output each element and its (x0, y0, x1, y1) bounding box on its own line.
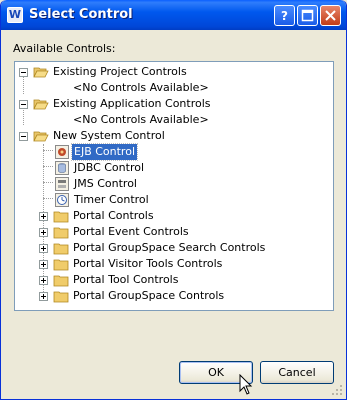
expand-icon[interactable] (39, 244, 48, 253)
tree-node-label: Portal GroupSpace Search Controls (73, 241, 266, 254)
ejb-icon (55, 145, 69, 159)
expand-icon[interactable] (39, 212, 48, 221)
folder-closed-icon (53, 275, 69, 287)
folder-closed-icon (53, 227, 69, 239)
folder-closed-icon (53, 243, 69, 255)
tree-connector (43, 198, 53, 200)
resize-grip-icon[interactable] (331, 384, 343, 396)
tree-node-label: Portal Tool Controls (73, 273, 179, 286)
tree-node-label: Portal Visitor Tools Controls (73, 257, 223, 270)
svg-text:?: ? (281, 9, 288, 22)
tree-node-label: Existing Application Controls (53, 97, 211, 110)
tree-node-label: EJB Control (71, 143, 138, 161)
tree-node-label: Existing Project Controls (53, 65, 187, 78)
mouse-cursor-icon (239, 374, 253, 395)
window-title: Select Control (29, 7, 133, 22)
expand-icon[interactable] (39, 292, 48, 301)
tree-node-label: JDBC Control (74, 161, 145, 174)
controls-tree[interactable]: Existing Project Controls <No Controls A… (14, 61, 334, 311)
tree-node-label: Portal Event Controls (73, 225, 189, 238)
tree-connector (43, 166, 53, 168)
maximize-icon (301, 9, 314, 22)
select-control-dialog: W Select Control ? Available Controls: E… (0, 0, 347, 400)
folder-open-icon (33, 99, 49, 110)
folder-open-icon (33, 131, 49, 142)
app-icon: W (7, 7, 23, 23)
tree-connector (23, 76, 25, 94)
folder-closed-icon (53, 291, 69, 303)
folder-closed-icon (53, 211, 69, 223)
tree-node-label: Timer Control (74, 193, 149, 206)
question-icon: ? (281, 9, 288, 22)
expand-icon[interactable] (39, 228, 48, 237)
collapse-icon[interactable] (19, 132, 28, 141)
tree-node-label: Portal Controls (73, 209, 154, 222)
tree-connector (23, 107, 25, 125)
close-button[interactable] (320, 5, 341, 26)
cancel-button[interactable]: Cancel (260, 361, 334, 384)
help-button[interactable]: ? (274, 5, 295, 26)
tree-node-label: JMS Control (74, 177, 137, 190)
close-icon (325, 10, 336, 21)
folder-open-icon (33, 67, 49, 78)
available-controls-label: Available Controls: (13, 42, 116, 55)
collapse-icon[interactable] (19, 68, 28, 77)
maximize-button[interactable] (297, 5, 318, 26)
folder-closed-icon (53, 259, 69, 271)
title-bar[interactable]: W Select Control ? (1, 0, 346, 30)
tree-node-label: Portal GroupSpace Controls (73, 289, 225, 302)
expand-icon[interactable] (39, 260, 48, 269)
jms-icon (55, 177, 69, 191)
tree-connector (43, 182, 53, 184)
expand-icon[interactable] (39, 276, 48, 285)
tree-node-label: <No Controls Available> (73, 81, 209, 94)
tree-connector (43, 150, 53, 152)
tree-node-label: New System Control (53, 129, 165, 142)
tree-node-label: <No Controls Available> (73, 113, 209, 126)
jdbc-icon (55, 161, 69, 175)
timer-icon (55, 193, 69, 207)
collapse-icon[interactable] (19, 100, 28, 109)
